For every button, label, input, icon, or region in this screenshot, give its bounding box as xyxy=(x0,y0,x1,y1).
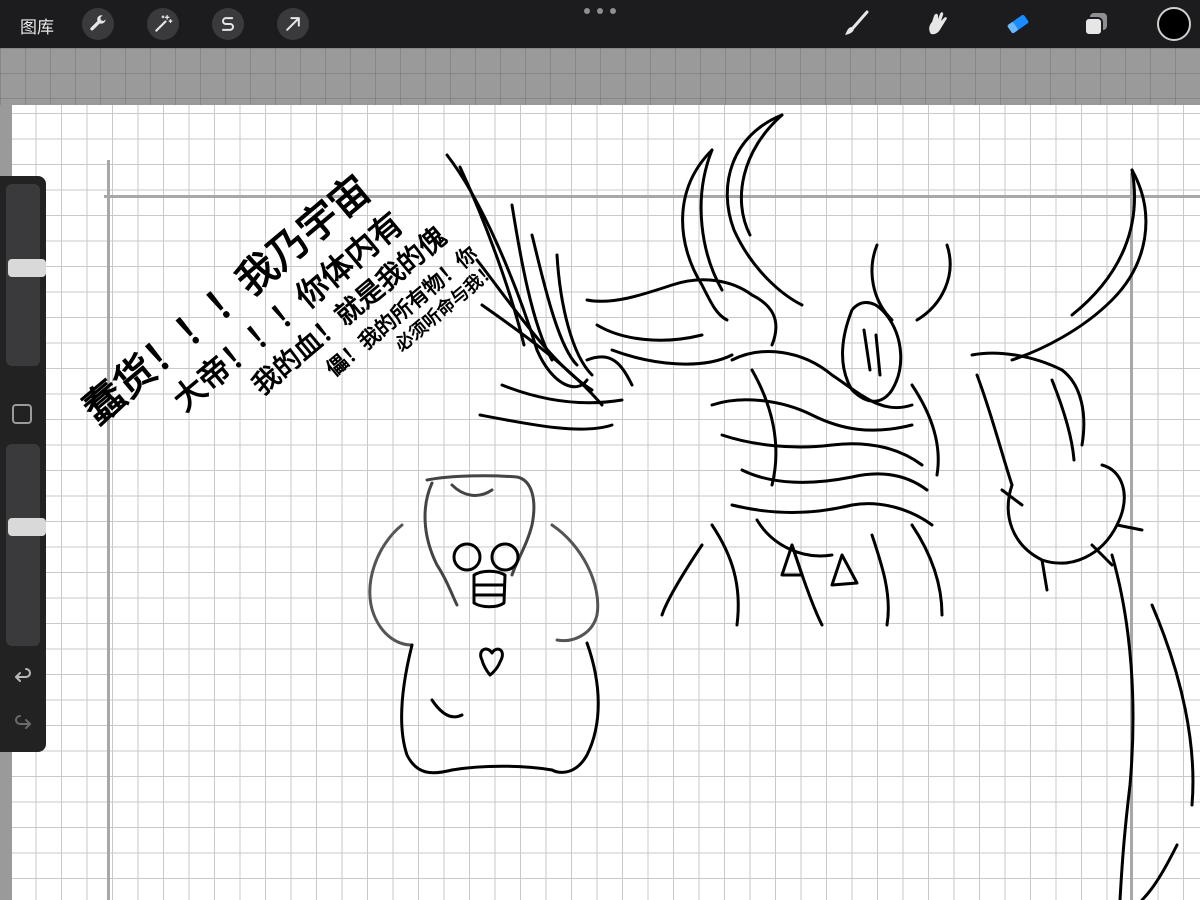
drag-handle[interactable] xyxy=(584,6,616,16)
layers-icon xyxy=(1084,13,1107,36)
selection-s-icon xyxy=(222,17,234,31)
demon-figure-sketch xyxy=(585,113,1195,900)
layers-button[interactable] xyxy=(1078,6,1114,42)
opacity-thumb[interactable] xyxy=(8,518,46,536)
magic-wand-icon xyxy=(155,15,173,32)
drawing-canvas[interactable]: 蠢货！！！我乃宇宙 大帝！！！你体内有 我的血！就是我的傀 儡！我的所有物！你 … xyxy=(12,105,1200,900)
small-character-sketch xyxy=(368,474,600,775)
brush-size-slider[interactable] xyxy=(6,184,46,366)
undo-button[interactable] xyxy=(11,665,35,689)
modify-button[interactable] xyxy=(12,404,32,424)
actions-button[interactable] xyxy=(82,8,114,40)
selection-button[interactable] xyxy=(212,8,244,40)
redo-button[interactable] xyxy=(11,712,35,736)
smudge-icon xyxy=(929,12,947,35)
sidebar-panel xyxy=(0,176,46,752)
smudge-tool-button[interactable] xyxy=(920,6,956,42)
brush-icon xyxy=(845,10,869,35)
adjustments-button[interactable] xyxy=(147,8,179,40)
canvas-background-top xyxy=(0,48,1200,105)
arrow-cursor-icon xyxy=(286,17,300,31)
opacity-slider[interactable] xyxy=(6,444,46,646)
wrench-icon xyxy=(90,15,106,31)
eraser-icon xyxy=(1007,14,1029,34)
redo-icon xyxy=(15,715,31,729)
eraser-tool-button[interactable] xyxy=(1000,6,1036,42)
top-toolbar: 图库 xyxy=(0,0,1200,48)
undo-icon xyxy=(15,668,31,682)
color-swatch[interactable] xyxy=(1157,7,1191,41)
brush-tool-button[interactable] xyxy=(838,6,874,42)
gallery-button[interactable]: 图库 xyxy=(20,13,54,38)
transform-button[interactable] xyxy=(277,8,309,40)
brush-size-thumb[interactable] xyxy=(8,259,46,277)
